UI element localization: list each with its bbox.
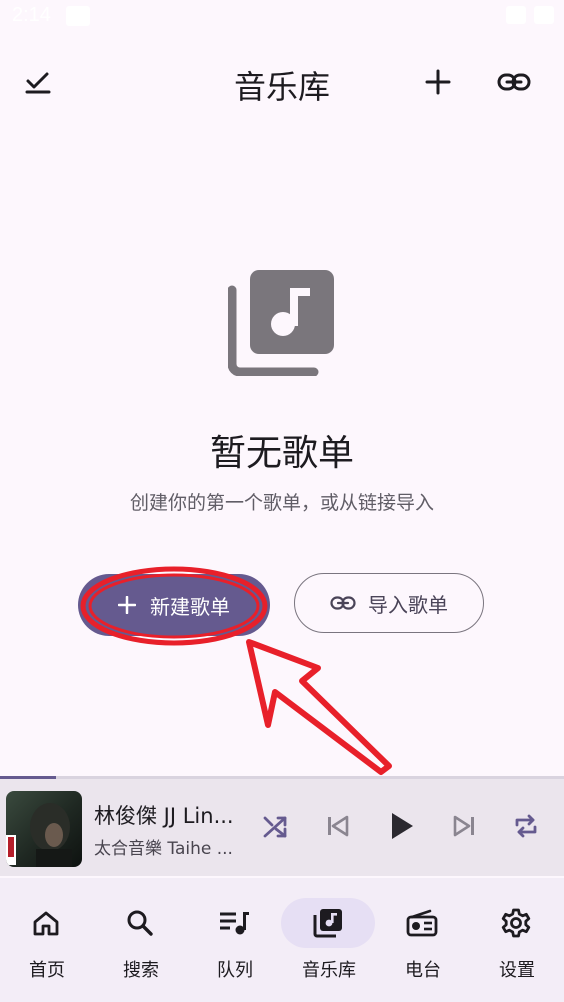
home-icon <box>33 911 59 936</box>
queue-icon <box>220 912 249 935</box>
progress-fill <box>0 776 57 779</box>
search-icon <box>127 910 153 936</box>
nav-pill-active <box>281 898 375 948</box>
nav-label: 队列 <box>217 960 253 981</box>
import-playlist-label: 导入歌单 <box>368 592 448 617</box>
nav-label: 搜索 <box>123 960 159 981</box>
repeat-icon <box>515 814 537 838</box>
radio-icon <box>406 909 438 937</box>
library-music-icon <box>228 270 334 376</box>
album-cover[interactable] <box>6 791 82 867</box>
wifi-icon <box>506 6 526 24</box>
skip-next-icon <box>453 815 474 837</box>
nav-pill <box>375 898 469 948</box>
skip-previous-icon <box>328 815 349 837</box>
next-button[interactable] <box>444 806 484 846</box>
plus-icon <box>118 596 136 614</box>
shuffle-button[interactable] <box>256 806 296 846</box>
add-button[interactable] <box>410 54 466 110</box>
nav-label: 音乐库 <box>302 960 356 981</box>
bottom-navigation: 首页 搜索 队列 音乐库 电台 设置 <box>0 878 564 1002</box>
nav-item-search[interactable]: 搜索 <box>94 898 188 988</box>
notification-icon <box>66 6 90 26</box>
status-bar: 2:14 <box>0 0 564 36</box>
nav-item-queue[interactable]: 队列 <box>188 898 282 988</box>
song-artist: 太合音樂 Taihe ... <box>94 839 233 859</box>
play-button[interactable] <box>382 806 422 846</box>
new-playlist-label: 新建歌单 <box>150 594 230 619</box>
annotation-arrow <box>246 639 392 775</box>
play-icon <box>392 813 413 839</box>
link-icon <box>497 73 531 91</box>
nav-item-library[interactable]: 音乐库 <box>281 898 376 988</box>
top-app-bar: 音乐库 <box>0 42 564 122</box>
nav-pill <box>0 898 93 948</box>
nav-pill <box>187 898 281 948</box>
status-time: 2:14 <box>12 4 51 26</box>
shuffle-icon <box>263 816 287 838</box>
cover-art <box>6 803 72 867</box>
nav-label: 电台 <box>405 960 441 981</box>
empty-subtitle: 创建你的第一个歌单，或从链接导入 <box>129 492 434 514</box>
nav-label: 设置 <box>499 960 535 981</box>
nav-pill <box>93 898 187 948</box>
nav-item-home[interactable]: 首页 <box>0 898 94 988</box>
import-link-button[interactable] <box>486 54 542 110</box>
progress-track[interactable] <box>0 776 564 779</box>
page-title: 音乐库 <box>233 68 330 106</box>
settings-icon <box>501 908 531 938</box>
previous-button[interactable] <box>318 806 358 846</box>
repeat-button[interactable] <box>506 806 546 846</box>
nav-label: 首页 <box>29 960 65 981</box>
status-icons <box>506 6 554 24</box>
plus-icon <box>425 69 451 95</box>
nav-item-radio[interactable]: 电台 <box>376 898 470 988</box>
empty-title: 暂无歌单 <box>209 433 354 474</box>
new-playlist-button[interactable]: 新建歌单 <box>78 574 270 636</box>
link-icon <box>330 596 356 610</box>
nav-item-settings[interactable]: 设置 <box>470 898 564 988</box>
nav-pill <box>469 898 563 948</box>
song-title: 林俊傑 JJ Lin... <box>94 804 234 828</box>
library-music-icon <box>313 909 342 938</box>
mini-player[interactable]: 林俊傑 JJ Lin... 太合音樂 Taihe ... <box>0 776 564 876</box>
import-playlist-button[interactable]: 导入歌单 <box>294 573 484 633</box>
battery-icon <box>534 6 554 24</box>
